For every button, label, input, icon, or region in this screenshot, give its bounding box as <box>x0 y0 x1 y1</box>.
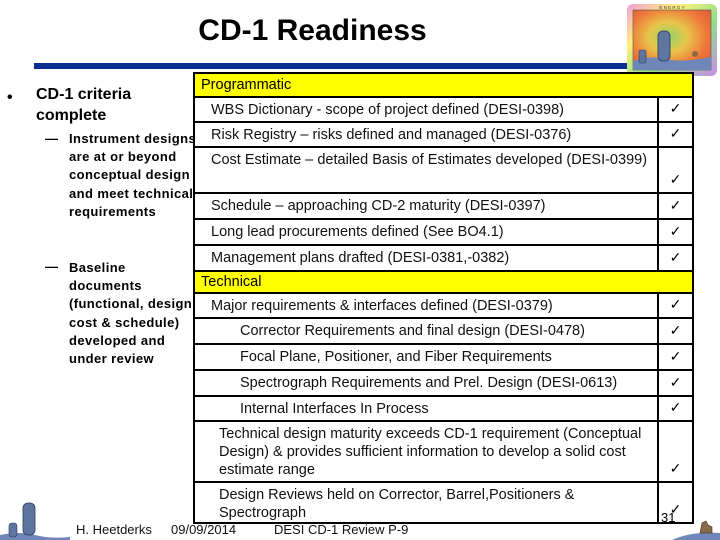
check-icon: ✓ <box>657 397 692 420</box>
table-row: Focal Plane, Positioner, and Fiber Requi… <box>195 343 692 369</box>
check-icon: ✓ <box>657 98 692 121</box>
check-icon: ✓ <box>657 345 692 369</box>
sub-bullet-dash: — <box>45 259 58 274</box>
criterion-text: Focal Plane, Positioner, and Fiber Requi… <box>240 349 552 365</box>
bullet-marker: • <box>7 89 13 106</box>
criterion-text: Management plans drafted (DESI-0381,-038… <box>211 250 510 266</box>
criterion-text: Design Reviews held on Corrector, Barrel… <box>219 487 575 521</box>
section-header-technical: Technical <box>195 270 692 292</box>
criterion-text: Technical design maturity exceeds CD-1 r… <box>219 426 642 478</box>
check-icon: ✓ <box>657 194 692 218</box>
sub-bullet-dash: — <box>45 131 58 146</box>
criterion-text: Internal Interfaces In Process <box>240 400 429 417</box>
slide-title: CD-1 Readiness <box>198 14 427 47</box>
criterion-text: Spectrograph Requirements and Prel. Desi… <box>240 375 618 391</box>
table-row: Internal Interfaces In Process ✓ <box>195 395 692 420</box>
check-icon: ✓ <box>657 319 692 343</box>
criterion-text: WBS Dictionary - scope of project define… <box>211 101 564 118</box>
observatory-illustration-icon <box>0 502 70 540</box>
criterion-text: Long lead procurements defined (See BO4.… <box>211 224 504 240</box>
dog-illustration-icon <box>672 520 720 540</box>
criterion-text: Cost Estimate – detailed Basis of Estima… <box>211 152 648 168</box>
criterion-text: Risk Registry – risks defined and manage… <box>211 126 572 143</box>
sub-bullet-instrument-designs: Instrument designs are at or beyond conc… <box>69 131 197 219</box>
check-icon: ✓ <box>657 246 692 270</box>
svg-text:E N E R G Y: E N E R G Y <box>659 5 684 10</box>
table-row: Long lead procurements defined (See BO4.… <box>195 218 692 244</box>
sub-bullet-baseline-documents: Baseline documents (functional, design, … <box>69 260 197 367</box>
table-row: Design Reviews held on Corrector, Barrel… <box>195 481 692 522</box>
main-bullet-text: CD-1 criteria complete <box>36 86 132 124</box>
table-row: Spectrograph Requirements and Prel. Desi… <box>195 369 692 395</box>
table-row: Management plans drafted (DESI-0381,-038… <box>195 244 692 270</box>
desi-logo-icon: E N E R G Y I N S T R U M E N T <box>627 4 717 76</box>
criterion-text: Corrector Requirements and final design … <box>240 323 585 339</box>
table-row: Technical design maturity exceeds CD-1 r… <box>195 420 692 481</box>
table-row: Risk Registry – risks defined and manage… <box>195 121 692 146</box>
readiness-table: Programmatic WBS Dictionary - scope of p… <box>193 72 694 524</box>
criterion-text: Schedule – approaching CD-2 maturity (DE… <box>211 198 546 214</box>
table-row: Schedule – approaching CD-2 maturity (DE… <box>195 192 692 218</box>
table-row: Corrector Requirements and final design … <box>195 317 692 343</box>
check-icon: ✓ <box>657 294 692 317</box>
check-icon: ✓ <box>657 422 692 481</box>
check-icon: ✓ <box>657 123 692 146</box>
check-icon: ✓ <box>657 371 692 395</box>
title-underline-bar <box>34 63 631 69</box>
table-row: WBS Dictionary - scope of project define… <box>195 96 692 121</box>
table-row: Major requirements & interfaces defined … <box>195 292 692 317</box>
criterion-text: Major requirements & interfaces defined … <box>211 297 553 314</box>
table-row: Cost Estimate – detailed Basis of Estima… <box>195 146 692 192</box>
check-icon: ✓ <box>657 220 692 244</box>
footer-event: DESI CD-1 Review P-9 <box>274 522 409 537</box>
footer-author: H. Heetderks <box>76 522 152 537</box>
check-icon: ✓ <box>657 148 692 192</box>
section-header-programmatic: Programmatic <box>195 74 692 96</box>
footer-date: 09/09/2014 <box>171 522 237 537</box>
